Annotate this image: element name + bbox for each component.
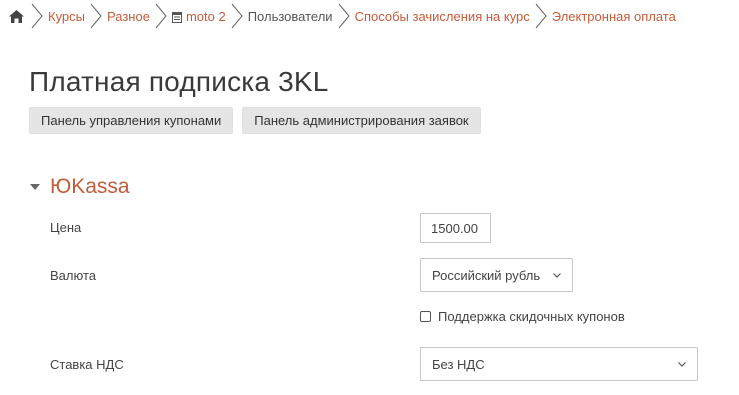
breadcrumb: Курсы Разное moto 2 Пользователи Способы… (0, 0, 739, 32)
currency-label: Валюта (50, 268, 96, 283)
coupon-support-row: Поддержка скидочных купонов (420, 309, 625, 324)
breadcrumb-item-courses[interactable]: Курсы (48, 9, 85, 24)
chevron-right-icon (226, 0, 248, 32)
breadcrumb-item-enrolment-methods[interactable]: Способы зачисления на курс (355, 9, 530, 24)
chevron-right-icon (85, 0, 107, 32)
page-title: Платная подписка 3KL (29, 66, 329, 97)
breadcrumb-item-course-label: moto 2 (185, 8, 226, 24)
action-buttons: Панель управления купонами Панель админи… (29, 107, 481, 134)
chevron-down-icon (553, 272, 561, 278)
yookassa-section-header[interactable]: ЮKassa (29, 175, 130, 199)
chevron-right-icon (150, 0, 172, 32)
vat-label: Ставка НДС (50, 357, 124, 372)
coupon-support-label: Поддержка скидочных купонов (438, 309, 625, 324)
caret-down-icon (29, 181, 41, 193)
price-input[interactable] (420, 213, 491, 243)
requests-admin-button[interactable]: Панель администрирования заявок (242, 107, 481, 134)
breadcrumb-item-electronic-payment[interactable]: Электронная оплата (552, 9, 676, 24)
price-label: Цена (50, 220, 82, 235)
breadcrumb-item-course[interactable]: moto 2 (171, 8, 226, 24)
vat-select-value: Без НДС (432, 356, 485, 372)
home-icon[interactable] (8, 7, 26, 25)
currency-select-value: Российский рубль (432, 267, 541, 283)
chevron-right-icon (530, 0, 552, 32)
vat-select[interactable]: Без НДС (420, 347, 698, 381)
coupon-support-checkbox[interactable] (420, 311, 431, 322)
chevron-right-icon (26, 0, 48, 32)
breadcrumb-item-users: Пользователи (247, 8, 333, 24)
currency-select[interactable]: Российский рубль (420, 258, 573, 292)
coupons-panel-button[interactable]: Панель управления купонами (29, 107, 234, 134)
section-title: ЮKassa (50, 175, 130, 198)
breadcrumb-item-misc[interactable]: Разное (107, 9, 150, 24)
chevron-down-icon (678, 361, 686, 367)
course-icon (171, 11, 182, 23)
chevron-right-icon (333, 0, 355, 32)
